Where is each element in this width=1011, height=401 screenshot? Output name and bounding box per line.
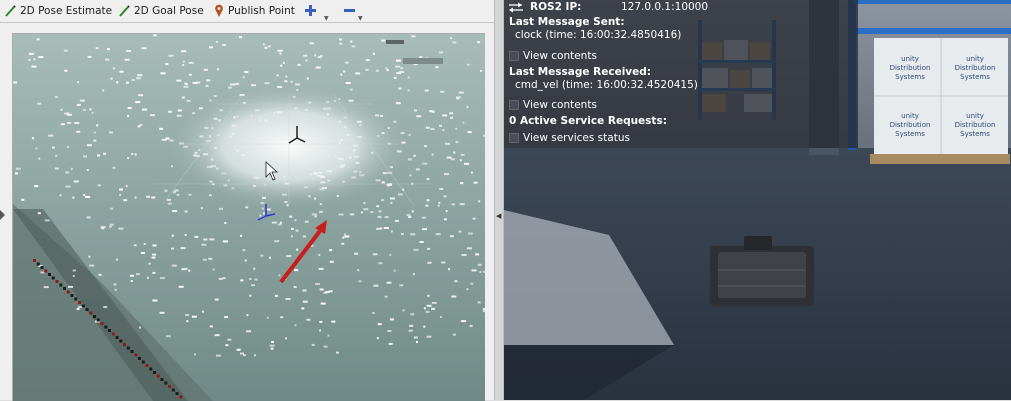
distribution-placard-4: unity Distribution Systems [954, 112, 996, 138]
last-sent-value: clock (time: 16:00:32.4850416) [515, 29, 682, 41]
minus-dropdown-arrow-icon[interactable]: ▼ [358, 15, 363, 22]
rviz-panel: 2D Pose Estimate 2D Goal Pose Publish Po… [0, 0, 494, 401]
view-services-status-toggle[interactable]: View services status [509, 132, 630, 144]
last-sent-label: Last Message Sent: [509, 16, 625, 28]
checkbox-icon [509, 100, 519, 110]
goal-pose-icon [119, 4, 130, 17]
turtlebot-robot [710, 236, 814, 306]
distribution-placard-3: unity Distribution Systems [889, 112, 931, 138]
checkbox-icon [509, 133, 519, 143]
publish-point-label: Publish Point [228, 4, 295, 17]
pose-estimate-tool[interactable]: 2D Pose Estimate [4, 2, 112, 19]
rviz-toolbar: 2D Pose Estimate 2D Goal Pose Publish Po… [0, 0, 494, 23]
goal-pose-label: 2D Goal Pose [134, 4, 204, 17]
checkbox-icon [509, 51, 519, 61]
view-contents-received-toggle[interactable]: View contents [509, 99, 597, 111]
view-contents-received-label: View contents [523, 99, 597, 111]
view-contents-sent-toggle[interactable]: View contents [509, 50, 597, 62]
remove-tool-button[interactable] [343, 2, 356, 19]
view-services-status-label: View services status [523, 132, 630, 144]
pane-splitter[interactable]: ◀ [494, 0, 504, 400]
map-pin-icon [215, 4, 223, 17]
ros-ip-row: ROS2 IP: [508, 1, 581, 13]
publish-point-tool[interactable]: Publish Point [214, 2, 295, 19]
view-contents-sent-label: View contents [523, 50, 597, 62]
pose-estimate-label: 2D Pose Estimate [20, 4, 113, 17]
last-received-label: Last Message Received: [509, 66, 651, 78]
connection-arrows-icon [509, 2, 523, 13]
active-services-label: 0 Active Service Requests: [509, 115, 667, 127]
ros-ip-label: ROS2 IP: [530, 1, 582, 13]
minus-icon [344, 9, 355, 12]
ros-connection-hud: ROS2 IP: 127.0.0.1:10000 Last Message Se… [504, 0, 858, 148]
unity-simulation-view: unity Distribution Systems unity Distrib… [504, 0, 1011, 400]
pose-estimate-icon [5, 4, 16, 17]
last-received-value: cmd_vel (time: 16:00:32.4520415) [515, 79, 698, 91]
add-tool-button[interactable] [304, 2, 317, 19]
distribution-placard-1: unity Distribution Systems [889, 55, 931, 81]
plus-dropdown-arrow-icon[interactable]: ▼ [324, 15, 329, 22]
rviz-3d-viewport[interactable] [12, 33, 485, 401]
collapse-arrow-icon[interactable]: ◀ [496, 212, 501, 220]
ros-ip-value: 127.0.0.1:10000 [621, 1, 709, 13]
map-render[interactable] [13, 34, 485, 401]
left-panel-handle-icon[interactable] [0, 208, 6, 222]
goal-pose-tool[interactable]: 2D Goal Pose [118, 2, 204, 19]
plus-icon [305, 5, 316, 16]
distribution-placard-2: unity Distribution Systems [954, 55, 996, 81]
